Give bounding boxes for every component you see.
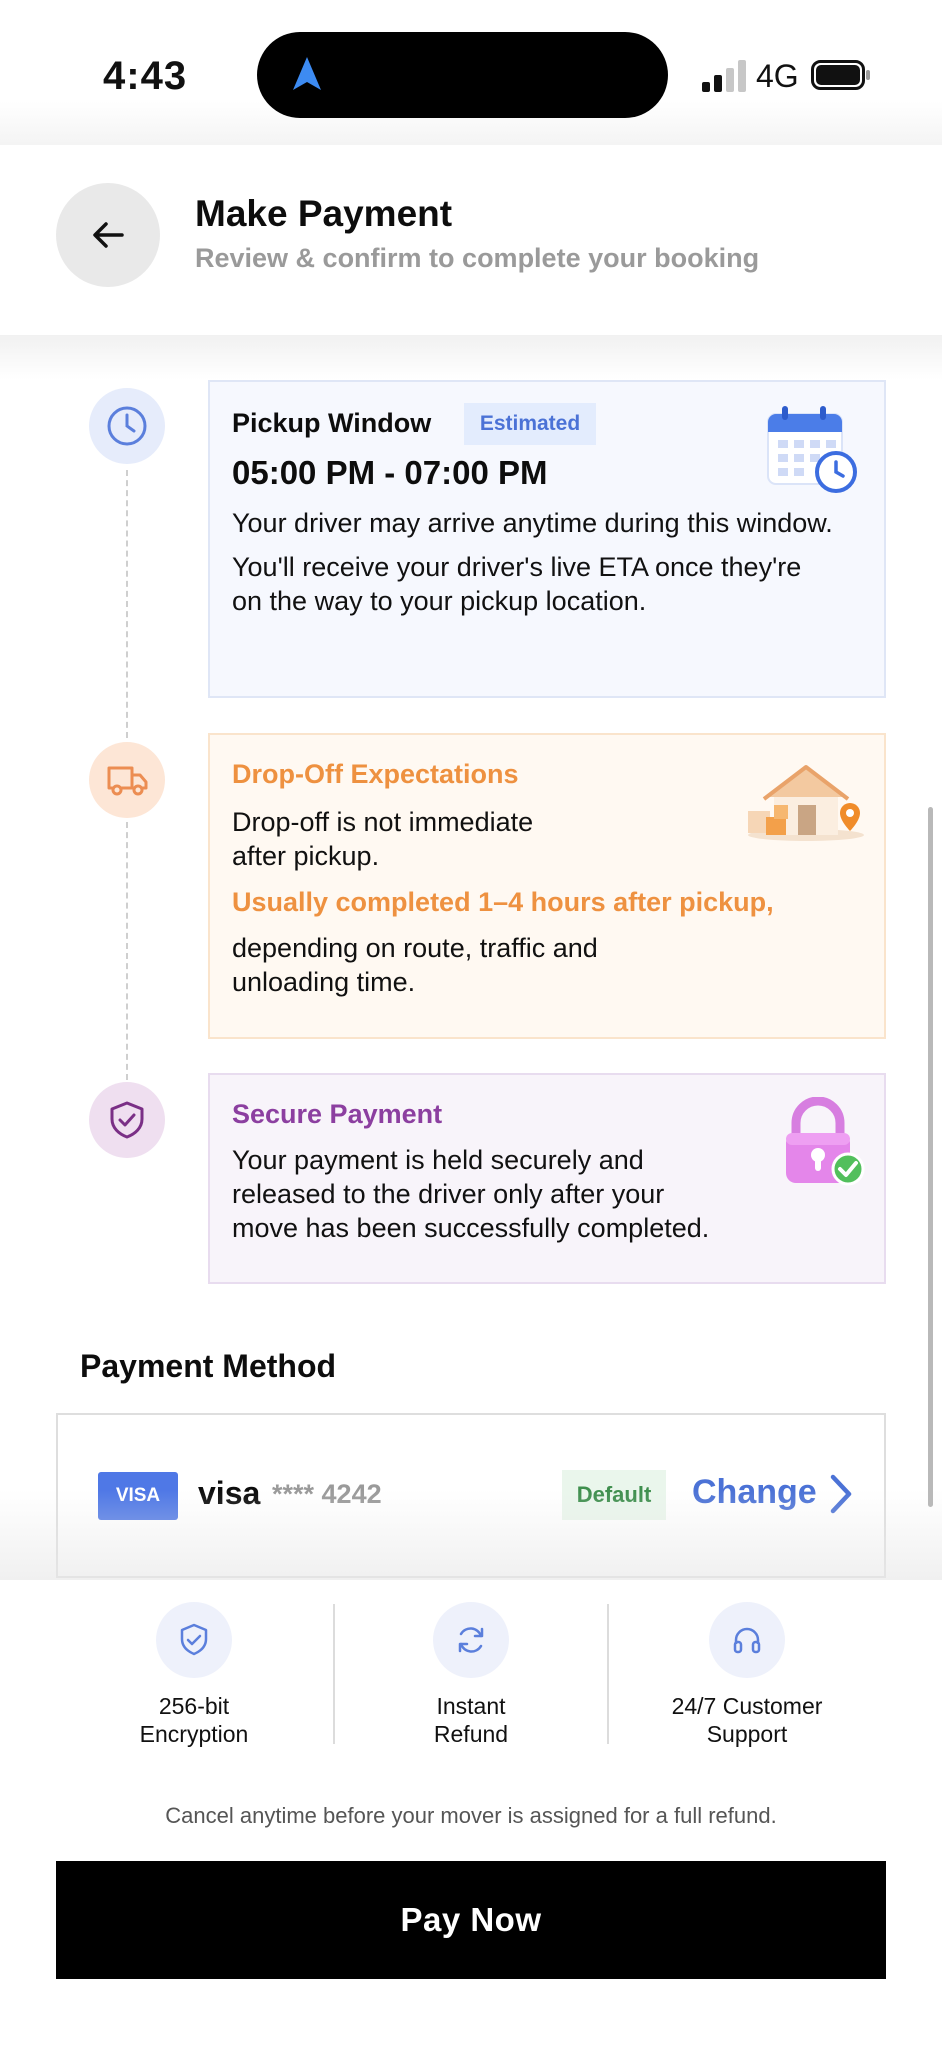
- clock-icon: [89, 388, 165, 464]
- refresh-icon: [433, 1602, 509, 1678]
- back-button[interactable]: [56, 183, 160, 287]
- card-text: Your driver may arrive anytime during th…: [232, 508, 833, 538]
- card-text: after pickup.: [232, 841, 380, 871]
- feature-label: Instant Refund: [433, 1693, 509, 1747]
- shield-check-icon: [156, 1602, 232, 1678]
- card-text: Drop-off is not immediate: [232, 807, 534, 837]
- payment-method-card[interactable]: VISA visa **** 4242 Default Change: [56, 1413, 886, 1578]
- pay-now-button[interactable]: Pay Now: [56, 1861, 886, 1979]
- feature-refund: Instant Refund: [333, 1602, 609, 1762]
- header-shadow: [0, 335, 942, 380]
- card-title: Drop-Off Expectations: [232, 759, 519, 789]
- arrow-left-icon: [93, 222, 124, 248]
- feature-label: 24/7 Customer Support: [671, 1693, 823, 1747]
- timeline-connector: [126, 822, 128, 1080]
- card-title: Secure Payment: [232, 1099, 443, 1129]
- header: Make Payment Review & confirm to complet…: [0, 145, 942, 335]
- refund-note: Cancel anytime before your mover is assi…: [165, 1803, 777, 1828]
- card-brand: visa: [198, 1475, 261, 1511]
- dropoff-card: Drop-Off Expectations Drop-off is not im…: [208, 733, 886, 1039]
- pickup-window-card: Pickup Window Estimated 05:00 PM - 07:00…: [208, 380, 886, 698]
- card-text: You'll receive your driver's live ETA on…: [232, 552, 802, 582]
- scrollbar[interactable]: [928, 807, 933, 1507]
- time-window: 05:00 PM - 07:00 PM: [232, 454, 548, 491]
- card-text: released to the driver only after your: [232, 1179, 665, 1209]
- bottom-panel: 256-bit Encryption Instant Refund 24/7 C…: [0, 1580, 942, 2048]
- card-text: unloading time.: [232, 967, 416, 997]
- location-arrow-icon: [293, 57, 321, 90]
- dynamic-island: [257, 32, 668, 118]
- network-type: 4G: [756, 58, 799, 94]
- card-text: on the way to your pickup location.: [232, 586, 647, 616]
- page-title: Make Payment: [195, 193, 453, 234]
- default-badge: Default: [562, 1470, 666, 1520]
- estimated-badge: Estimated: [464, 403, 596, 445]
- feature-label: 256-bit Encryption: [139, 1693, 249, 1747]
- timeline-connector: [126, 470, 128, 738]
- status-bar: 4:43 4G: [0, 0, 942, 145]
- battery-icon: [811, 60, 870, 90]
- visa-badge: VISA: [98, 1472, 178, 1520]
- card-text: depending on route, traffic and: [232, 933, 598, 963]
- change-button[interactable]: Change: [692, 1473, 817, 1512]
- card-text: Your payment is held securely and: [232, 1145, 644, 1175]
- status-time: 4:43: [103, 54, 188, 98]
- house-boxes-icon: [748, 765, 864, 841]
- calendar-clock-icon: [767, 406, 857, 493]
- feature-encryption: 256-bit Encryption: [56, 1602, 332, 1762]
- card-text: move has been successfully completed.: [232, 1213, 710, 1243]
- dropoff-highlight: Usually completed 1–4 hours after pickup…: [232, 887, 774, 917]
- shield-check-icon: [89, 1082, 165, 1158]
- page-subtitle: Review & confirm to complete your bookin…: [195, 243, 760, 273]
- secure-payment-card: Secure Payment Your payment is held secu…: [208, 1073, 886, 1284]
- feature-support: 24/7 Customer Support: [609, 1602, 885, 1762]
- headphones-icon: [709, 1602, 785, 1678]
- payment-method-heading: Payment Method: [80, 1348, 337, 1384]
- chevron-right-icon[interactable]: [828, 1473, 854, 1515]
- truck-icon: [89, 742, 165, 818]
- card-number: **** 4242: [272, 1479, 382, 1509]
- padlock-check-icon: [786, 1097, 865, 1186]
- card-title: Pickup Window: [232, 408, 432, 438]
- signal-bars-icon: [702, 60, 746, 92]
